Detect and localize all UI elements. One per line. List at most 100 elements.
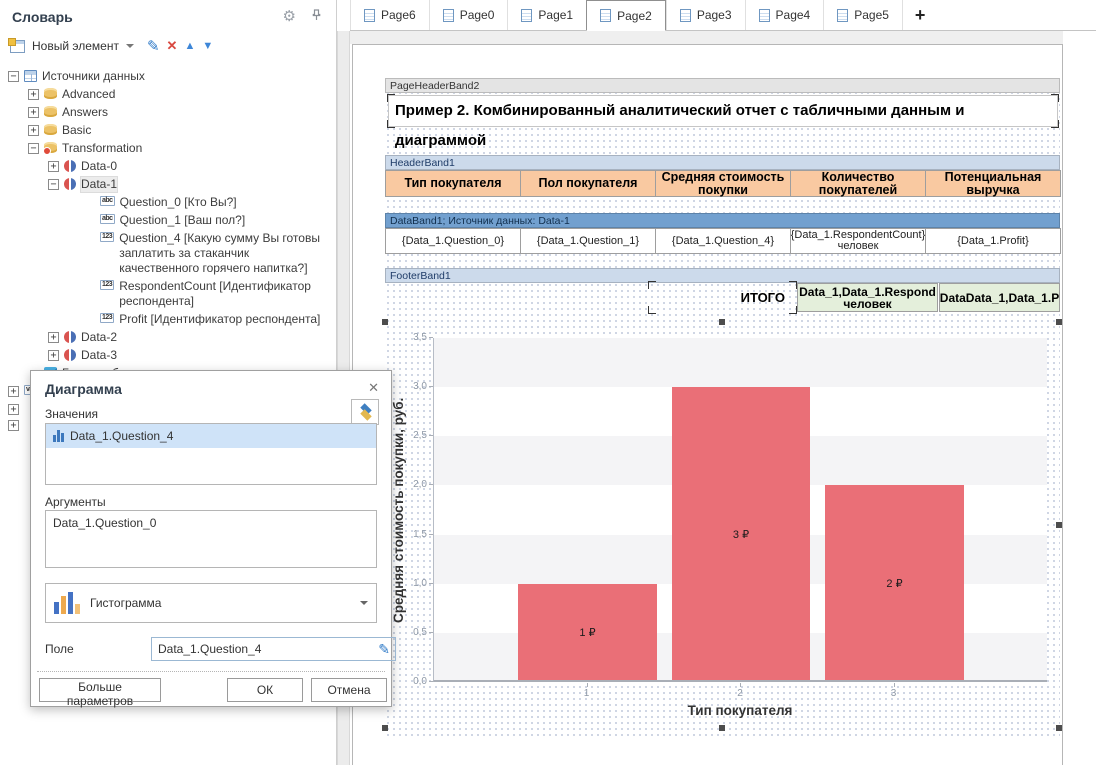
ok-button[interactable]: ОК bbox=[227, 678, 303, 702]
plus-expander-icon[interactable]: + bbox=[28, 125, 39, 136]
tree-item[interactable]: 123Question_4 [Какую сумму Вы готовы зап… bbox=[0, 230, 336, 278]
dictionary-toolbar: Новый элемент ✎ ✕ ▲ ▼ bbox=[0, 32, 336, 60]
header-cell[interactable]: Средняя стоимость покупки bbox=[655, 170, 791, 197]
tree-item[interactable]: abcQuestion_0 [Кто Вы?] bbox=[0, 194, 336, 212]
edit-icon[interactable]: ✎ bbox=[147, 37, 160, 55]
minus-expander-icon[interactable]: − bbox=[48, 179, 59, 190]
chevron-down-icon[interactable] bbox=[126, 44, 134, 48]
gear-icon[interactable]: ⚙ bbox=[283, 7, 296, 25]
selection-handle[interactable] bbox=[719, 725, 725, 731]
plus-expander-icon[interactable]: + bbox=[28, 89, 39, 100]
arguments-item-label: Data_1.Question_0 bbox=[53, 516, 156, 530]
pin-icon[interactable] bbox=[311, 9, 322, 24]
data-cell[interactable]: {Data_1.Question_0} bbox=[385, 228, 521, 254]
total-cell[interactable]: ИТОГО bbox=[650, 283, 795, 312]
data-cell[interactable]: {Data_1.RespondentCount} человек bbox=[790, 228, 926, 254]
page-header-band-bar[interactable]: PageHeaderBand2 bbox=[385, 78, 1060, 93]
selection-handle[interactable] bbox=[1056, 319, 1062, 325]
tree-item-label: RespondentCount [Идентификатор респонден… bbox=[119, 279, 330, 309]
canvas-margin bbox=[350, 31, 1063, 44]
tab-page4[interactable]: Page4 bbox=[745, 0, 824, 30]
report-title-text[interactable]: Пример 2. Комбинированный аналитический … bbox=[388, 95, 1058, 127]
tree-item[interactable]: +Data-3 bbox=[0, 347, 336, 365]
datasources-icon bbox=[24, 70, 37, 82]
y-tick-label: 2,5 bbox=[403, 430, 427, 441]
data-cell[interactable]: {Data_1.Question_4} bbox=[655, 228, 791, 254]
more-options-button[interactable]: Больше параметров bbox=[39, 678, 161, 702]
chart-type-value: Гистограмма bbox=[90, 596, 161, 610]
chart[interactable]: Средняя стоимость покупки, руб. Тип поку… bbox=[385, 322, 1059, 728]
selection-handle[interactable] bbox=[382, 725, 388, 731]
tree-item[interactable]: − Источники данных bbox=[0, 68, 336, 86]
add-page-button[interactable]: + bbox=[902, 0, 938, 30]
plus-expander-icon[interactable]: + bbox=[8, 420, 19, 431]
selection-handle[interactable] bbox=[719, 319, 725, 325]
report-designer: Словарь ⚙ Новый элемент ✎ ✕ ▲ ▼ − Источни… bbox=[0, 0, 1096, 765]
header-cell[interactable]: Количество покупателей bbox=[790, 170, 926, 197]
plus-expander-icon[interactable]: + bbox=[48, 332, 59, 343]
selection-handle[interactable] bbox=[1056, 522, 1062, 528]
data-icon bbox=[64, 160, 76, 172]
abc-icon: abc bbox=[100, 196, 115, 206]
y-tick-mark bbox=[429, 632, 433, 633]
selection-handle[interactable] bbox=[1056, 725, 1062, 731]
values-item[interactable]: Data_1.Question_4 bbox=[46, 424, 376, 448]
tree-item[interactable]: −Transformation bbox=[0, 140, 336, 158]
bar-value-label: 1 ₽ bbox=[579, 626, 595, 639]
tab-page5[interactable]: Page5 bbox=[823, 0, 902, 30]
tree-item[interactable]: +Data-2 bbox=[0, 329, 336, 347]
y-tick-label: 3,0 bbox=[403, 381, 427, 392]
tree-item[interactable]: −Data-1 bbox=[0, 176, 336, 194]
tree-item[interactable]: +Advanced bbox=[0, 86, 336, 104]
move-up-icon[interactable]: ▲ bbox=[184, 40, 195, 52]
tree-item[interactable]: abcQuestion_1 [Ваш пол?] bbox=[0, 212, 336, 230]
values-listbox[interactable]: Data_1.Question_4 bbox=[45, 423, 377, 485]
summary-cell-profit[interactable]: DataData_1,Data_1.P bbox=[939, 283, 1060, 312]
data-cell[interactable]: {Data_1.Profit} bbox=[925, 228, 1061, 254]
selection-handle[interactable] bbox=[382, 319, 388, 325]
tree-item[interactable]: +Data-0 bbox=[0, 158, 336, 176]
new-item-button[interactable]: Новый элемент bbox=[32, 39, 119, 53]
tab-page1[interactable]: Page1 bbox=[507, 0, 586, 30]
footer-band-bar[interactable]: FooterBand1 bbox=[385, 268, 1060, 283]
move-down-icon[interactable]: ▼ bbox=[202, 40, 213, 52]
dictionary-header: Словарь ⚙ bbox=[0, 0, 336, 32]
layers-button[interactable] bbox=[351, 399, 379, 425]
tab-page0[interactable]: Page0 bbox=[429, 0, 508, 30]
arguments-listbox[interactable]: Data_1.Question_0 bbox=[45, 510, 377, 568]
plus-expander-icon[interactable]: + bbox=[48, 350, 59, 361]
header-cell[interactable]: Тип покупателя bbox=[385, 170, 521, 197]
data-band-bar[interactable]: DataBand1; Источник данных: Data-1 bbox=[385, 213, 1060, 228]
minus-expander-icon[interactable]: − bbox=[8, 71, 19, 82]
header-band-bar[interactable]: HeaderBand1 bbox=[385, 155, 1060, 170]
edit-pencil-icon[interactable]: ✎ bbox=[373, 641, 395, 658]
tree-item-label: Question_1 [Ваш пол?] bbox=[120, 213, 246, 228]
tree-item[interactable]: +Basic bbox=[0, 122, 336, 140]
dialog-title: Диаграмма bbox=[45, 381, 122, 397]
plus-expander-icon[interactable]: + bbox=[8, 404, 19, 415]
plus-expander-icon[interactable]: + bbox=[8, 386, 19, 397]
tree-item[interactable]: 123Profit [Идентификатор респондента] bbox=[0, 311, 336, 329]
tab-page2[interactable]: Page2 bbox=[586, 0, 666, 31]
tree-item[interactable]: 123RespondentCount [Идентификатор респон… bbox=[0, 278, 336, 311]
arguments-item[interactable]: Data_1.Question_0 bbox=[46, 511, 376, 535]
cancel-button[interactable]: Отмена bbox=[311, 678, 387, 702]
data-cell[interactable]: {Data_1.Question_1} bbox=[520, 228, 656, 254]
field-input[interactable] bbox=[152, 642, 373, 656]
plus-expander-icon[interactable]: + bbox=[48, 161, 59, 172]
tree-item[interactable]: + Answers bbox=[0, 104, 336, 122]
tab-page6[interactable]: Page6 bbox=[350, 0, 429, 30]
tab-page3[interactable]: Page3 bbox=[666, 0, 745, 30]
close-icon[interactable]: ✕ bbox=[368, 380, 379, 396]
chart-type-dropdown[interactable]: Гистограмма bbox=[45, 583, 377, 623]
header-cell[interactable]: Потенциальная выручка bbox=[925, 170, 1061, 197]
summary-cell-respondents[interactable]: Data_1,Data_1.Respond человек bbox=[797, 283, 938, 312]
header-cell[interactable]: Пол покупателя bbox=[520, 170, 656, 197]
chart-plot-area[interactable]: 1 ₽3 ₽2 ₽ bbox=[433, 338, 1047, 682]
page-icon bbox=[364, 9, 375, 22]
delete-icon[interactable]: ✕ bbox=[167, 38, 178, 54]
tree-item-label: Источники данных bbox=[42, 69, 145, 84]
minus-expander-icon[interactable]: − bbox=[28, 143, 39, 154]
plus-expander-icon[interactable]: + bbox=[28, 107, 39, 118]
tree-item-label: Answers bbox=[62, 105, 108, 120]
